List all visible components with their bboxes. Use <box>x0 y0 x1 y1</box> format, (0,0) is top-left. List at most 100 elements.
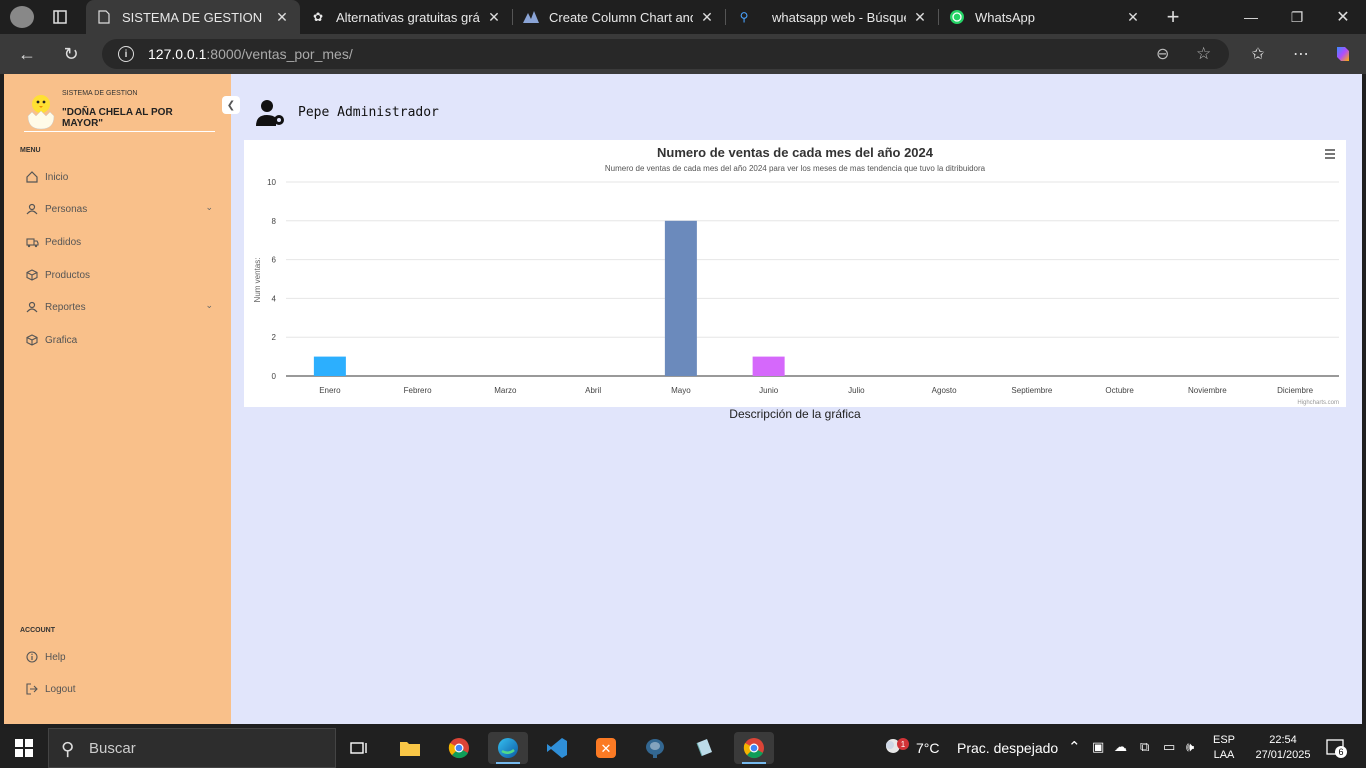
minimize-icon[interactable]: — <box>1228 0 1274 34</box>
user-name: Pepe Administrador <box>298 105 439 120</box>
chrome-icon[interactable] <box>439 732 479 764</box>
chick-logo-icon <box>27 95 55 130</box>
chart-credit[interactable]: Highcharts.com <box>1297 400 1339 406</box>
language-indicator[interactable]: ESP LAA <box>1208 733 1240 763</box>
search-icon: ⚲ <box>61 739 75 759</box>
back-icon[interactable]: ← <box>12 40 42 68</box>
sidebar-item-label: Logout <box>45 683 76 695</box>
brand: SISTEMA DE GESTION "DOÑA CHELA AL POR MA… <box>24 88 215 132</box>
tab-label: SISTEMA DE GESTION <box>122 9 263 25</box>
account-section-label: ACCOUNT <box>20 627 55 634</box>
sidebar-item-pedidos[interactable]: Pedidos <box>25 232 215 252</box>
meet-icon[interactable]: ▣ <box>1092 739 1104 755</box>
bar-enero[interactable] <box>313 356 346 376</box>
chart-menu-icon[interactable] <box>1324 148 1336 160</box>
chevron-up-icon[interactable]: ⌃ <box>1068 738 1081 756</box>
chrome-icon[interactable] <box>734 732 774 764</box>
close-icon[interactable]: ✕ <box>486 9 502 26</box>
search-icon: ⚲ <box>739 10 749 24</box>
lang-bottom: LAA <box>1213 749 1235 761</box>
x-tick-label: Agosto <box>932 386 957 395</box>
sidebar-item-inicio[interactable]: Inicio <box>25 167 215 187</box>
sidebar-item-reportes[interactable]: Reportes ⌄ <box>25 297 215 317</box>
brand-name: "DOÑA CHELA AL POR MAYOR" <box>62 107 173 129</box>
x-tick-label: Marzo <box>494 386 517 395</box>
close-window-icon[interactable]: ✕ <box>1320 0 1366 34</box>
tab-whatsapp[interactable]: WhatsApp ✕ <box>939 0 1151 34</box>
site-info-icon[interactable]: i <box>118 46 134 62</box>
sidebar-item-help[interactable]: Help <box>25 647 215 667</box>
xampp-icon[interactable]: ✕ <box>586 732 626 764</box>
address-bar-row: ← ↻ i 127.0.0.1:8000/ventas_por_mes/ ⊖ ☆… <box>0 34 1366 74</box>
notes-app-icon[interactable] <box>684 732 724 764</box>
browser-tab-strip: SISTEMA DE GESTION ✕ ✿ Alternativas grat… <box>0 0 1366 34</box>
sidebar: SISTEMA DE GESTION "DOÑA CHELA AL POR MA… <box>4 74 231 724</box>
column-chart: Numero de ventas de cada mes del año 202… <box>253 145 1339 406</box>
tab-create-column-chart[interactable]: Create Column Chart and Gr ✕ <box>513 0 725 34</box>
weather-icon[interactable]: 1 <box>882 734 910 762</box>
tab-label: WhatsApp <box>975 9 1035 25</box>
web-page: SISTEMA DE GESTION "DOÑA CHELA AL POR MA… <box>4 74 1362 724</box>
windows-start-icon[interactable] <box>6 732 42 764</box>
active-indicator <box>496 762 520 764</box>
volume-icon[interactable]: 🕪 <box>1186 739 1194 755</box>
favorites-icon[interactable]: ✩ <box>1243 40 1273 68</box>
sidebar-item-grafica[interactable]: Grafica <box>25 330 215 350</box>
svg-text:✕: ✕ <box>601 741 612 756</box>
clock[interactable]: 22:54 27/01/2025 <box>1246 733 1320 763</box>
restore-icon[interactable]: ❐ <box>1274 0 1320 34</box>
tab-label: Create Column Chart and Gr <box>549 9 693 25</box>
users-cog-icon <box>256 100 284 126</box>
display-icon[interactable]: ⧉ <box>1140 739 1149 755</box>
box-icon <box>25 333 39 347</box>
reload-icon[interactable]: ↻ <box>56 40 86 68</box>
more-icon[interactable]: ⋯ <box>1286 40 1316 68</box>
vscode-icon[interactable] <box>537 732 577 764</box>
new-tab-icon[interactable]: + <box>1150 0 1196 34</box>
favorite-star-icon[interactable]: ☆ <box>1196 44 1211 64</box>
truck-icon <box>25 235 39 249</box>
close-icon[interactable]: ✕ <box>1125 9 1141 26</box>
battery-icon[interactable]: ▭ <box>1163 739 1175 755</box>
highcharts-icon <box>523 9 539 25</box>
tab-alternativas[interactable]: ✿ Alternativas gratuitas gráfica ✕ <box>300 0 512 34</box>
sidebar-item-productos[interactable]: Productos <box>25 265 215 285</box>
chevron-down-icon: ⌄ <box>205 202 213 212</box>
home-icon <box>25 170 39 184</box>
tab-whatsapp-search[interactable]: ⚲ whatsapp web - Búsqueda ✕ <box>726 0 938 34</box>
menu-section-label: MENU <box>20 147 41 154</box>
close-icon[interactable]: ✕ <box>699 9 715 26</box>
url-field[interactable]: i 127.0.0.1:8000/ventas_por_mes/ ⊖ ☆ <box>102 39 1229 69</box>
close-icon[interactable]: ✕ <box>274 9 290 26</box>
tab-sistema-gestion[interactable]: SISTEMA DE GESTION ✕ <box>86 0 300 34</box>
zoom-icon[interactable]: ⊖ <box>1156 44 1169 64</box>
x-tick-label: Enero <box>319 386 341 395</box>
profile-avatar[interactable] <box>10 6 34 28</box>
file-explorer-icon[interactable] <box>390 732 430 764</box>
tab-actions-icon[interactable] <box>38 0 82 34</box>
x-tick-label: Diciembre <box>1277 386 1314 395</box>
onedrive-icon[interactable]: ☁ <box>1114 739 1127 755</box>
chart-subtitle: Numero de ventas de cada mes del año 202… <box>605 164 986 173</box>
copilot-icon[interactable] <box>1328 40 1358 68</box>
x-tick-label: Noviembre <box>1188 386 1227 395</box>
edge-icon[interactable] <box>488 732 528 764</box>
brand-subtitle: SISTEMA DE GESTION <box>62 90 138 97</box>
clock-time: 22:54 <box>1269 734 1297 746</box>
active-indicator <box>742 762 766 764</box>
chart-title: Numero de ventas de cada mes del año 202… <box>657 145 934 160</box>
postgresql-icon[interactable] <box>635 732 675 764</box>
sidebar-item-logout[interactable]: Logout <box>25 679 215 699</box>
openai-icon: ✿ <box>312 10 324 24</box>
taskbar-search[interactable]: ⚲ Buscar <box>48 728 336 768</box>
x-tick-label: Octubre <box>1105 386 1134 395</box>
sidebar-collapse-button[interactable]: ❮ <box>222 96 240 114</box>
bar-mayo[interactable] <box>664 220 697 376</box>
notification-icon[interactable]: 6 <box>1326 738 1347 758</box>
x-tick-label: Julio <box>848 386 865 395</box>
bar-junio[interactable] <box>752 356 785 376</box>
close-icon[interactable]: ✕ <box>912 9 928 26</box>
document-icon <box>96 9 112 25</box>
sidebar-item-personas[interactable]: Personas ⌄ <box>25 199 215 219</box>
task-view-icon[interactable] <box>340 732 380 764</box>
